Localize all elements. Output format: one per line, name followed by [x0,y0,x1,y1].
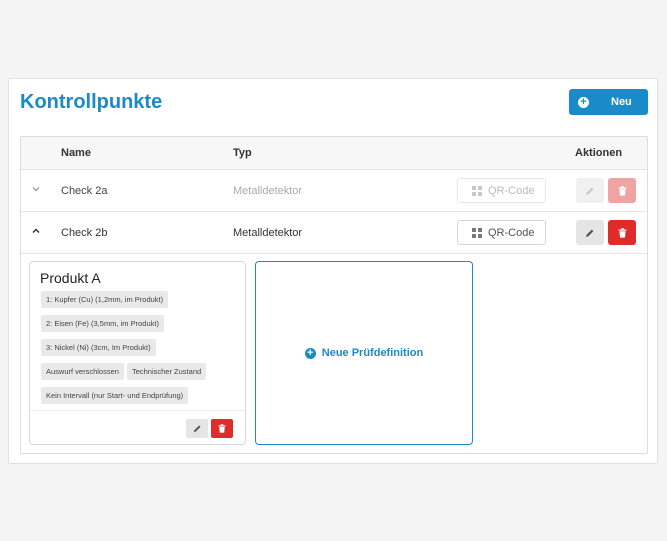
delete-button[interactable] [608,178,636,203]
card-edit-button[interactable] [186,419,208,438]
pencil-icon [586,229,594,237]
tag: Technischer Zustand [126,363,207,380]
qr-code-label: QR-Code [488,226,535,239]
qr-code-label: QR-Code [488,184,535,197]
edit-button[interactable] [576,220,604,245]
new-pruefdefinition-button[interactable]: + Neue Prüfdefinition [255,261,473,445]
card-title: Produkt A [40,270,101,286]
page-title: Kontrollpunkte [20,91,163,113]
kontrollpunkte-table: Name Typ Aktionen Check 2a Metalldetekto… [20,136,648,454]
header-typ[interactable]: Typ [233,147,252,159]
qr-code-icon [472,185,482,196]
row-typ: Metalldetektor [233,227,303,239]
pruefdefinition-card: Produkt A 1: Kupfer (Cu) (1,2mm, im Prod… [29,261,246,445]
row-name: Check 2b [61,227,108,239]
row-name: Check 2a [61,185,108,197]
tag: Auswurf verschlossen [41,363,124,380]
card-footer [30,410,245,445]
chevron-down-icon[interactable] [32,183,40,195]
plus-circle-icon: + [304,347,316,359]
chevron-up-icon[interactable] [32,225,40,237]
pencil-icon [193,425,201,433]
kontrollpunkte-panel: Kontrollpunkte + Neu Name Typ Aktionen C… [8,78,658,464]
new-button-label: Neu [611,96,632,108]
plus-circle-icon: + [578,96,589,108]
header-aktionen: Aktionen [575,147,623,159]
tag-list: 1: Kupfer (Cu) (1,2mm, im Produkt) 2: Ei… [41,289,241,409]
pencil-icon [586,187,594,195]
qr-code-button[interactable]: QR-Code [457,178,546,203]
new-pruefdefinition-label: Neue Prüfdefinition [321,347,424,359]
trash-icon [218,424,226,433]
trash-icon [618,227,626,238]
table-row[interactable]: Check 2a Metalldetektor QR-Code [21,170,647,212]
new-button[interactable]: + Neu [569,89,648,115]
expanded-row-detail: Produkt A 1: Kupfer (Cu) (1,2mm, im Prod… [21,254,647,453]
tag: 1: Kupfer (Cu) (1,2mm, im Produkt) [41,291,169,308]
edit-button[interactable] [576,178,604,203]
header-name[interactable]: Name [61,147,91,159]
qr-code-icon [472,227,482,238]
table-header: Name Typ Aktionen [21,137,647,170]
qr-code-button[interactable]: QR-Code [457,220,546,245]
tag: Kein Intervall (nur Start- und Endprüfun… [41,387,189,404]
table-row[interactable]: Check 2b Metalldetektor QR-Code [21,212,647,254]
tag: 2: Eisen (Fe) (3,5mm, im Produkt) [41,315,164,332]
row-typ: Metalldetektor [233,185,303,197]
trash-icon [618,185,626,196]
tag: 3: Nickel (Ni) (3cm, Im Produkt) [41,339,156,356]
delete-button[interactable] [608,220,636,245]
card-delete-button[interactable] [211,419,233,438]
